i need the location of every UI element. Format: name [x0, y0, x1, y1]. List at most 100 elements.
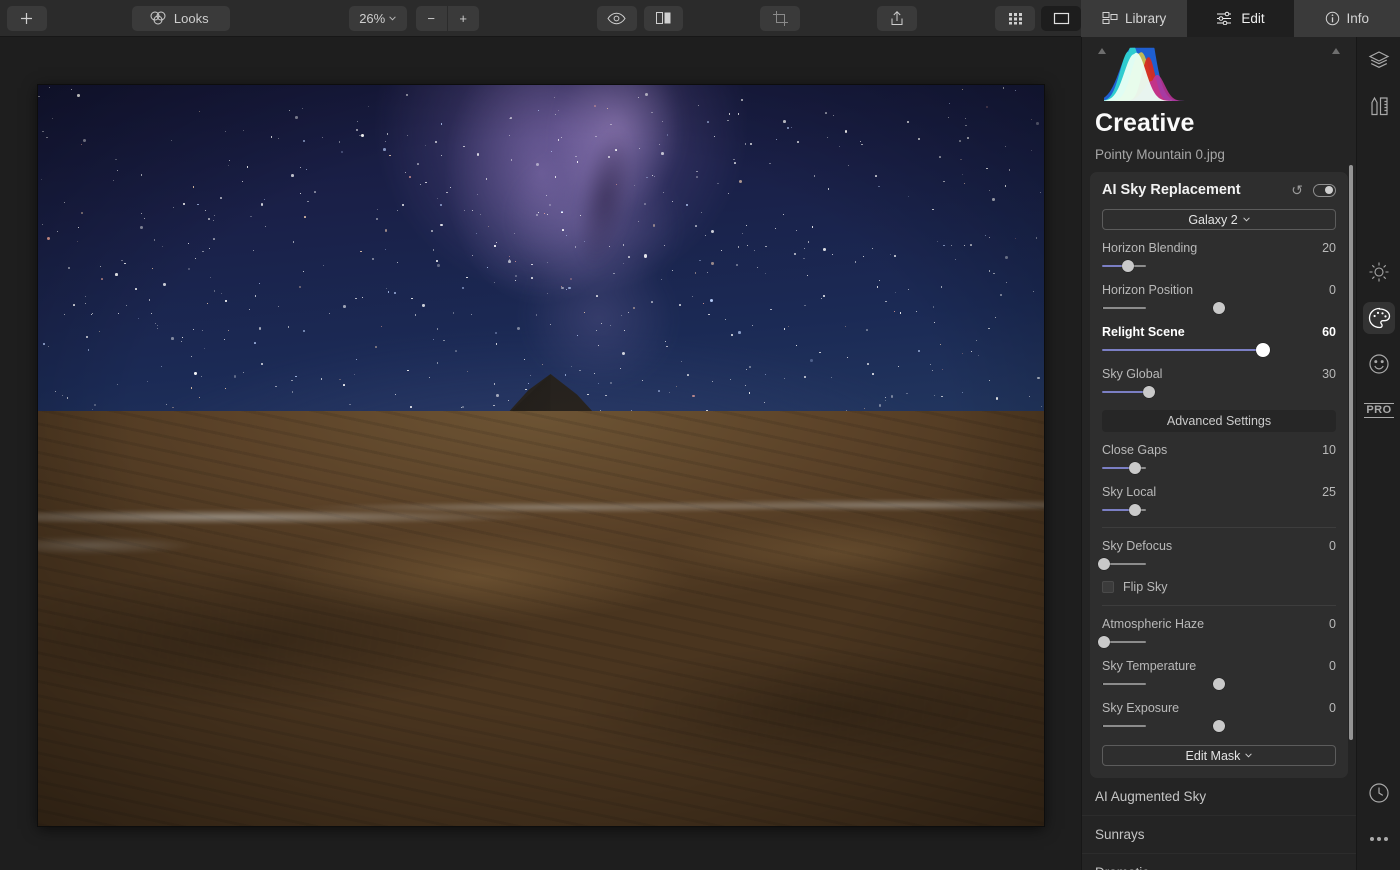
rail-tools-button[interactable] — [1357, 83, 1400, 129]
zoom-level-select[interactable]: 26% — [348, 5, 407, 31]
slider-close-gaps[interactable]: Close Gaps 10 — [1102, 443, 1336, 474]
list-item-label: Dramatic — [1095, 865, 1149, 870]
tab-info-label: Info — [1346, 10, 1370, 26]
advanced-sliders: Close Gaps 10 Sky Local 25 — [1102, 443, 1336, 516]
slider-knob[interactable] — [1213, 720, 1225, 732]
slider-sky-local[interactable]: Sky Local 25 — [1102, 485, 1336, 516]
share-icon — [891, 10, 903, 25]
slider-track[interactable] — [1102, 343, 1336, 357]
list-item[interactable]: Dramatic — [1082, 854, 1356, 870]
plus-icon — [21, 12, 33, 24]
slider-track[interactable] — [1098, 636, 1336, 648]
slider-horizon-blending[interactable]: Horizon Blending 20 — [1102, 241, 1336, 272]
tab-edit-label: Edit — [1241, 10, 1265, 26]
slider-knob[interactable] — [1256, 343, 1271, 357]
module-controls: ↺ — [1291, 183, 1336, 197]
preview-eye-icon — [607, 12, 626, 24]
sliders-icon — [1217, 11, 1232, 25]
zoom-out-button[interactable]: − — [416, 6, 447, 31]
histogram[interactable] — [1094, 43, 1344, 103]
rail-creative-button[interactable] — [1357, 295, 1400, 341]
photo-canvas[interactable] — [0, 37, 1081, 870]
tab-library[interactable]: Library — [1081, 0, 1188, 37]
slider-track[interactable] — [1102, 260, 1336, 272]
slider-knob[interactable] — [1128, 504, 1141, 516]
slider-track[interactable] — [1102, 678, 1336, 690]
slider-label: Sky Global — [1102, 367, 1163, 381]
panel-scrollbar[interactable] — [1349, 165, 1353, 740]
ai-sky-replacement-module: AI Sky Replacement ↺ Galaxy 2 Horizon Bl… — [1090, 172, 1348, 778]
preview-toggle-button[interactable] — [596, 5, 637, 31]
luminar-editor-window: Looks 26% − + Library Edit Info Creative… — [0, 0, 1400, 870]
flip-sky-row[interactable]: Flip Sky — [1102, 580, 1336, 594]
library-icon — [1102, 12, 1118, 24]
rail-history-button[interactable] — [1357, 770, 1400, 816]
slider-sky-exposure[interactable]: Sky Exposure 0 — [1102, 701, 1336, 732]
edited-photo[interactable] — [37, 85, 1044, 826]
slider-value: 0 — [1329, 659, 1336, 673]
module-tabs: Library Edit Info — [1081, 0, 1400, 37]
advanced-settings-button[interactable]: Advanced Settings — [1102, 410, 1336, 432]
single-view-icon — [1053, 12, 1069, 24]
essentials-sun-icon — [1363, 256, 1395, 288]
list-item[interactable]: AI Augmented Sky — [1082, 778, 1356, 816]
slider-sky-defocus[interactable]: Sky Defocus 0 — [1098, 539, 1336, 570]
rail-portrait-button[interactable] — [1357, 341, 1400, 387]
share-button[interactable] — [877, 5, 918, 31]
slider-track[interactable] — [1102, 386, 1336, 398]
zoom-level-value: 26% — [359, 10, 386, 26]
slider-knob[interactable] — [1098, 558, 1111, 570]
slider-knob[interactable] — [1121, 260, 1134, 272]
slider-track[interactable] — [1102, 720, 1336, 732]
rail-essentials-button[interactable] — [1357, 249, 1400, 295]
zoom-in-button[interactable]: + — [448, 6, 479, 31]
slider-value: 10 — [1322, 443, 1336, 457]
slider-relight-scene[interactable]: Relight Scene 60 — [1102, 325, 1336, 357]
rail-spacer — [1357, 129, 1400, 249]
slider-knob[interactable] — [1142, 386, 1155, 398]
undo-icon[interactable]: ↺ — [1291, 183, 1303, 197]
slider-label: Relight Scene — [1102, 325, 1185, 339]
compare-button[interactable] — [643, 5, 684, 31]
filename-label: Pointy Mountain 0.jpg — [1095, 147, 1225, 162]
chevron-down-icon — [389, 15, 396, 21]
slider-sky-temperature[interactable]: Sky Temperature 0 — [1102, 659, 1336, 690]
slider-label: Sky Defocus — [1102, 539, 1173, 553]
sky-preset-select[interactable]: Galaxy 2 — [1102, 209, 1336, 230]
slider-knob[interactable] — [1098, 636, 1111, 648]
slider-track[interactable] — [1102, 462, 1336, 474]
single-view-button[interactable] — [1041, 5, 1082, 31]
rail-pro-button[interactable]: PRO — [1357, 387, 1400, 433]
slider-atmospheric-haze[interactable]: Atmospheric Haze 0 — [1098, 617, 1336, 648]
slider-sky-global[interactable]: Sky Global 30 — [1102, 367, 1336, 398]
looks-button[interactable]: Looks — [131, 5, 230, 31]
slider-track[interactable] — [1098, 558, 1336, 570]
grid-view-button[interactable] — [995, 5, 1036, 31]
list-item[interactable]: Sunrays — [1082, 816, 1356, 854]
add-button[interactable] — [7, 5, 47, 31]
pro-icon: PRO — [1364, 402, 1394, 418]
slider-knob[interactable] — [1128, 462, 1141, 474]
edit-mask-button[interactable]: Edit Mask — [1102, 745, 1336, 766]
rail-layers-button[interactable] — [1357, 37, 1400, 83]
looks-label: Looks — [173, 10, 209, 26]
layers-icon — [1363, 44, 1395, 76]
slider-knob[interactable] — [1213, 678, 1225, 690]
edit-side-panel: Creative Pointy Mountain 0.jpg AI Sky Re… — [1081, 37, 1356, 870]
highlight-clipping-indicator[interactable] — [1332, 48, 1340, 54]
grid-view-icon — [1008, 12, 1022, 24]
flip-sky-label: Flip Sky — [1123, 580, 1168, 594]
crop-button[interactable] — [760, 5, 801, 31]
rail-more-button[interactable] — [1357, 816, 1400, 862]
slider-track[interactable] — [1102, 504, 1336, 516]
slider-track[interactable] — [1102, 302, 1336, 314]
slider-rail — [1102, 683, 1146, 685]
module-enable-toggle[interactable] — [1313, 183, 1336, 197]
flip-sky-checkbox[interactable] — [1102, 581, 1114, 593]
tab-info[interactable]: Info — [1293, 0, 1400, 37]
tab-edit[interactable]: Edit — [1187, 0, 1294, 37]
vignette — [37, 85, 1044, 826]
slider-value: 60 — [1322, 325, 1336, 339]
slider-knob[interactable] — [1213, 302, 1225, 314]
slider-horizon-position[interactable]: Horizon Position 0 — [1102, 283, 1336, 314]
